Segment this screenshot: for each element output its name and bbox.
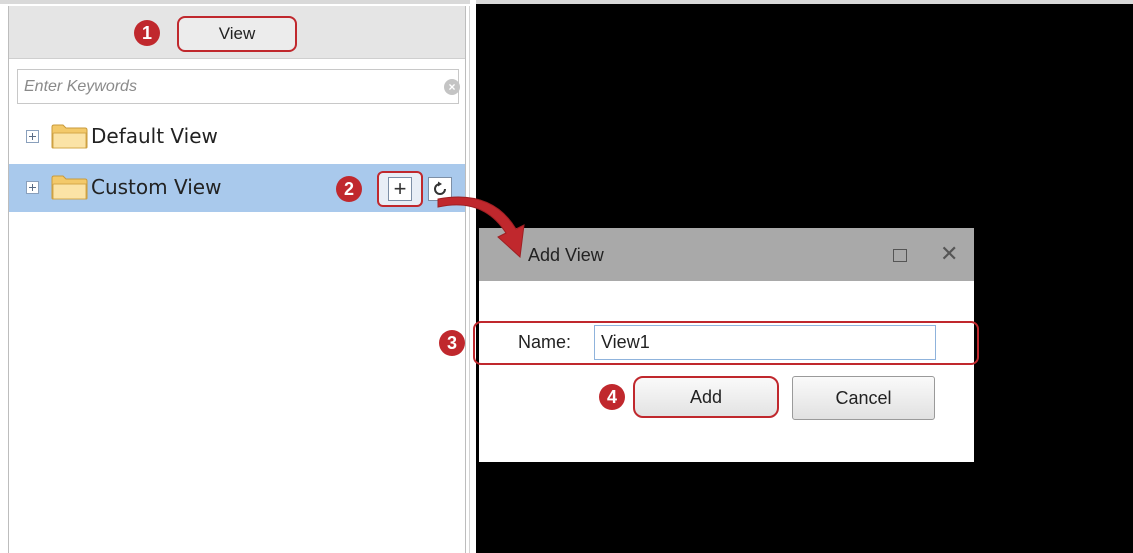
name-label: Name:: [518, 332, 572, 352]
step-3-marker: 3: [439, 330, 465, 356]
search-box: ×: [17, 69, 460, 104]
cancel-button-label: Cancel: [835, 387, 892, 408]
folder-icon: [51, 124, 88, 149]
dialog-titlebar[interactable]: Add View ✕: [479, 228, 974, 281]
add-button[interactable]: Add: [633, 376, 779, 418]
cancel-button[interactable]: Cancel: [792, 376, 935, 420]
add-button-label: Add: [689, 386, 723, 407]
tree-item-label: Custom View: [91, 175, 222, 199]
add-icon: +: [388, 177, 412, 201]
video-area-top-divider: [476, 0, 1133, 4]
top-divider: [0, 0, 470, 4]
arrow-icon: [437, 196, 525, 259]
clear-icon[interactable]: ×: [444, 79, 460, 95]
expand-icon[interactable]: [26, 130, 39, 143]
tree-item-label: Default View: [91, 124, 218, 148]
tab-view[interactable]: View: [177, 16, 297, 52]
step-4-marker: 4: [599, 384, 625, 410]
search-input[interactable]: [18, 70, 428, 103]
step-2-marker: 2: [336, 176, 362, 202]
panel-right-edge: [469, 6, 470, 553]
tree-item-default-view[interactable]: Default View: [9, 113, 465, 159]
step-2-number: 2: [343, 178, 354, 199]
step-3-number: 3: [446, 332, 457, 353]
folder-icon: [51, 175, 88, 200]
maximize-icon[interactable]: [893, 249, 907, 262]
step-1-number: 1: [141, 22, 152, 43]
panel-right-border: [465, 6, 466, 553]
step-4-number: 4: [606, 386, 617, 407]
dialog-title: Add View: [528, 245, 604, 265]
step-1-marker: 1: [134, 20, 160, 46]
close-icon[interactable]: ✕: [940, 242, 958, 267]
panel-left-border: [8, 6, 9, 553]
name-input[interactable]: [594, 325, 936, 360]
expand-icon[interactable]: [26, 181, 39, 194]
add-view-button[interactable]: +: [377, 171, 423, 207]
tab-view-label: View: [218, 24, 256, 43]
